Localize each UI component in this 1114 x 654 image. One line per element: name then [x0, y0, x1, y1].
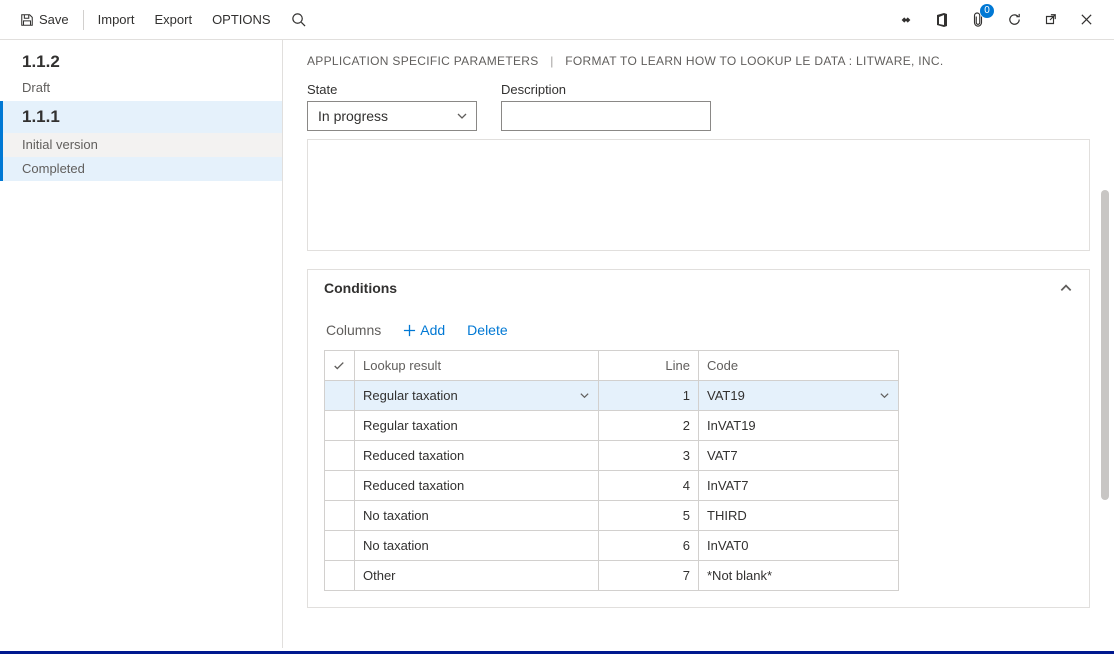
row-select[interactable] [325, 381, 355, 411]
top-toolbar: Save Import Export OPTIONS 0 [0, 0, 1114, 40]
cell-lookup-result[interactable]: No taxation [355, 501, 599, 531]
export-button[interactable]: Export [144, 0, 202, 39]
add-button[interactable]: Add [403, 322, 445, 338]
cell-lookup-result[interactable]: Reduced taxation [355, 471, 599, 501]
col-code[interactable]: Code [699, 351, 899, 381]
import-button[interactable]: Import [88, 0, 145, 39]
version-item-1-1-1[interactable]: 1.1.1 [0, 101, 282, 133]
version-status: Draft [22, 80, 264, 95]
refresh-button[interactable] [996, 0, 1032, 40]
search-icon [291, 12, 306, 27]
cell-lookup-result[interactable]: Regular taxation [355, 411, 599, 441]
conditions-grid: Lookup result Line Code Regular taxation… [324, 350, 899, 591]
table-row[interactable]: Regular taxation2InVAT19 [325, 411, 899, 441]
connector-icon [899, 13, 913, 27]
breadcrumb-app: APPLICATION SPECIFIC PARAMETERS [307, 54, 539, 68]
col-lookup-result[interactable]: Lookup result [355, 351, 599, 381]
version-status-line: Completed [3, 157, 282, 181]
col-line[interactable]: Line [599, 351, 699, 381]
cell-lookup-result[interactable]: Regular taxation [355, 381, 599, 411]
table-row[interactable]: No taxation6InVAT0 [325, 531, 899, 561]
table-row[interactable]: Reduced taxation3VAT7 [325, 441, 899, 471]
table-row[interactable]: Regular taxation1VAT19 [325, 381, 899, 411]
cell-line[interactable]: 3 [599, 441, 699, 471]
attachments-button[interactable]: 0 [960, 0, 996, 40]
office-icon [935, 12, 949, 28]
col-select[interactable] [325, 351, 355, 381]
row-select[interactable] [325, 561, 355, 591]
state-dropdown[interactable]: In progress [307, 101, 477, 131]
cell-code[interactable]: *Not blank* [699, 561, 899, 591]
save-label: Save [39, 12, 69, 27]
version-item-1-1-2[interactable]: 1.1.2 Draft [0, 46, 282, 101]
version-number: 1.1.2 [22, 52, 264, 72]
popout-icon [1043, 13, 1057, 27]
version-desc-line: Initial version [3, 133, 282, 157]
cell-line[interactable]: 7 [599, 561, 699, 591]
close-icon [1080, 13, 1093, 26]
cell-code[interactable]: InVAT7 [699, 471, 899, 501]
table-row[interactable]: Other7*Not blank* [325, 561, 899, 591]
toolbar-divider [83, 10, 84, 30]
cell-line[interactable]: 4 [599, 471, 699, 501]
breadcrumb: APPLICATION SPECIFIC PARAMETERS | FORMAT… [307, 54, 1090, 68]
description-label: Description [501, 82, 711, 97]
popout-button[interactable] [1032, 0, 1068, 40]
state-value: In progress [318, 108, 388, 124]
row-select[interactable] [325, 531, 355, 561]
cell-code[interactable]: InVAT19 [699, 411, 899, 441]
description-input[interactable] [501, 101, 711, 131]
scrollbar-thumb[interactable] [1101, 190, 1109, 500]
table-row[interactable]: No taxation5THIRD [325, 501, 899, 531]
version-item-details: Initial version Completed [0, 133, 282, 181]
cell-code[interactable]: THIRD [699, 501, 899, 531]
office-button[interactable] [924, 0, 960, 40]
cell-lookup-result[interactable]: No taxation [355, 531, 599, 561]
check-icon [333, 360, 345, 372]
row-select[interactable] [325, 411, 355, 441]
version-sidebar: 1.1.2 Draft 1.1.1 Initial version Comple… [0, 40, 283, 648]
row-select[interactable] [325, 471, 355, 501]
breadcrumb-format: FORMAT TO LEARN HOW TO LOOKUP LE DATA : … [565, 54, 943, 68]
chevron-up-icon [1059, 281, 1073, 295]
content-pane: APPLICATION SPECIFIC PARAMETERS | FORMAT… [283, 40, 1114, 648]
cell-lookup-result[interactable]: Reduced taxation [355, 441, 599, 471]
cell-line[interactable]: 5 [599, 501, 699, 531]
options-button[interactable]: OPTIONS [202, 0, 281, 39]
table-row[interactable]: Reduced taxation4InVAT7 [325, 471, 899, 501]
refresh-icon [1007, 12, 1022, 27]
cell-line[interactable]: 2 [599, 411, 699, 441]
search-button[interactable] [281, 0, 317, 40]
plus-icon [403, 324, 416, 337]
conditions-fasttab: Conditions Columns Add Delete [307, 269, 1090, 608]
link-icon-button[interactable] [888, 0, 924, 40]
conditions-header[interactable]: Conditions [308, 270, 1089, 306]
scrollbar[interactable] [1098, 190, 1112, 540]
chevron-down-icon [456, 110, 468, 122]
close-button[interactable] [1068, 0, 1104, 40]
state-label: State [307, 82, 477, 97]
grid-toolbar: Columns Add Delete [324, 316, 1073, 350]
save-button[interactable]: Save [10, 0, 79, 39]
conditions-title: Conditions [324, 280, 397, 296]
cell-code[interactable]: InVAT0 [699, 531, 899, 561]
cell-line[interactable]: 6 [599, 531, 699, 561]
cell-line[interactable]: 1 [599, 381, 699, 411]
save-icon [20, 13, 34, 27]
row-select[interactable] [325, 501, 355, 531]
cell-lookup-result[interactable]: Other [355, 561, 599, 591]
delete-button[interactable]: Delete [467, 322, 507, 338]
columns-button[interactable]: Columns [326, 322, 381, 338]
row-select[interactable] [325, 441, 355, 471]
cell-code[interactable]: VAT19 [699, 381, 899, 411]
cell-code[interactable]: VAT7 [699, 441, 899, 471]
version-number: 1.1.1 [22, 107, 264, 127]
attachments-count: 0 [980, 4, 994, 18]
upper-panel [307, 139, 1090, 251]
